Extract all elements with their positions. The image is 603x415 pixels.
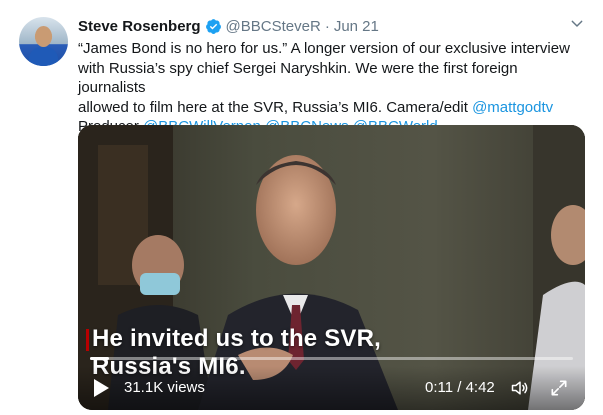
avatar-shirt-shape [29,47,58,66]
view-count: 31.1K views [124,379,205,396]
mention-link-mattgodtv[interactable]: @mattgodtv [472,99,553,116]
tweet-header: Steve Rosenberg @BBCSteveR · Jun 21 [78,16,379,36]
tweet-text-line: with Russia’s spy chief Sergei Naryshkin… [78,59,518,97]
caption-accent-bar [86,329,89,351]
caption-line: He invited us to the SVR, [92,325,382,352]
video-controls: 31.1K views 0:11 / 4:42 [78,366,585,410]
video-progress-bar[interactable] [90,357,573,360]
tweet-text-segment: allowed to film here at the SVR, Russia’… [78,98,473,116]
avatar-head-shape [35,26,52,47]
video-time: 0:11 / 4:42 [425,379,495,396]
video-progress-fill [90,357,110,360]
tweet-timestamp[interactable]: Jun 21 [334,18,379,35]
play-icon[interactable] [92,378,110,398]
tweet-text-line: “James Bond is no hero for us.” A longer… [78,40,570,57]
header-separator: · [324,17,330,35]
volume-icon[interactable] [509,378,531,398]
author-handle[interactable]: @BBCSteveR [226,18,321,35]
author-name[interactable]: Steve Rosenberg [78,18,201,35]
video-player[interactable]: He invited us to the SVR, Russia's MI6. … [78,125,585,410]
tweet-text: “James Bond is no hero for us.” A longer… [78,39,588,137]
verified-badge-icon [205,18,221,34]
avatar[interactable] [19,17,68,66]
chevron-down-icon[interactable] [569,16,585,32]
tweet-text-line: allowed to film here at the SVR, Russia’… [78,98,588,118]
fullscreen-icon[interactable] [549,378,569,398]
tweet-card[interactable]: Steve Rosenberg @BBCSteveR · Jun 21 “Jam… [0,0,603,415]
